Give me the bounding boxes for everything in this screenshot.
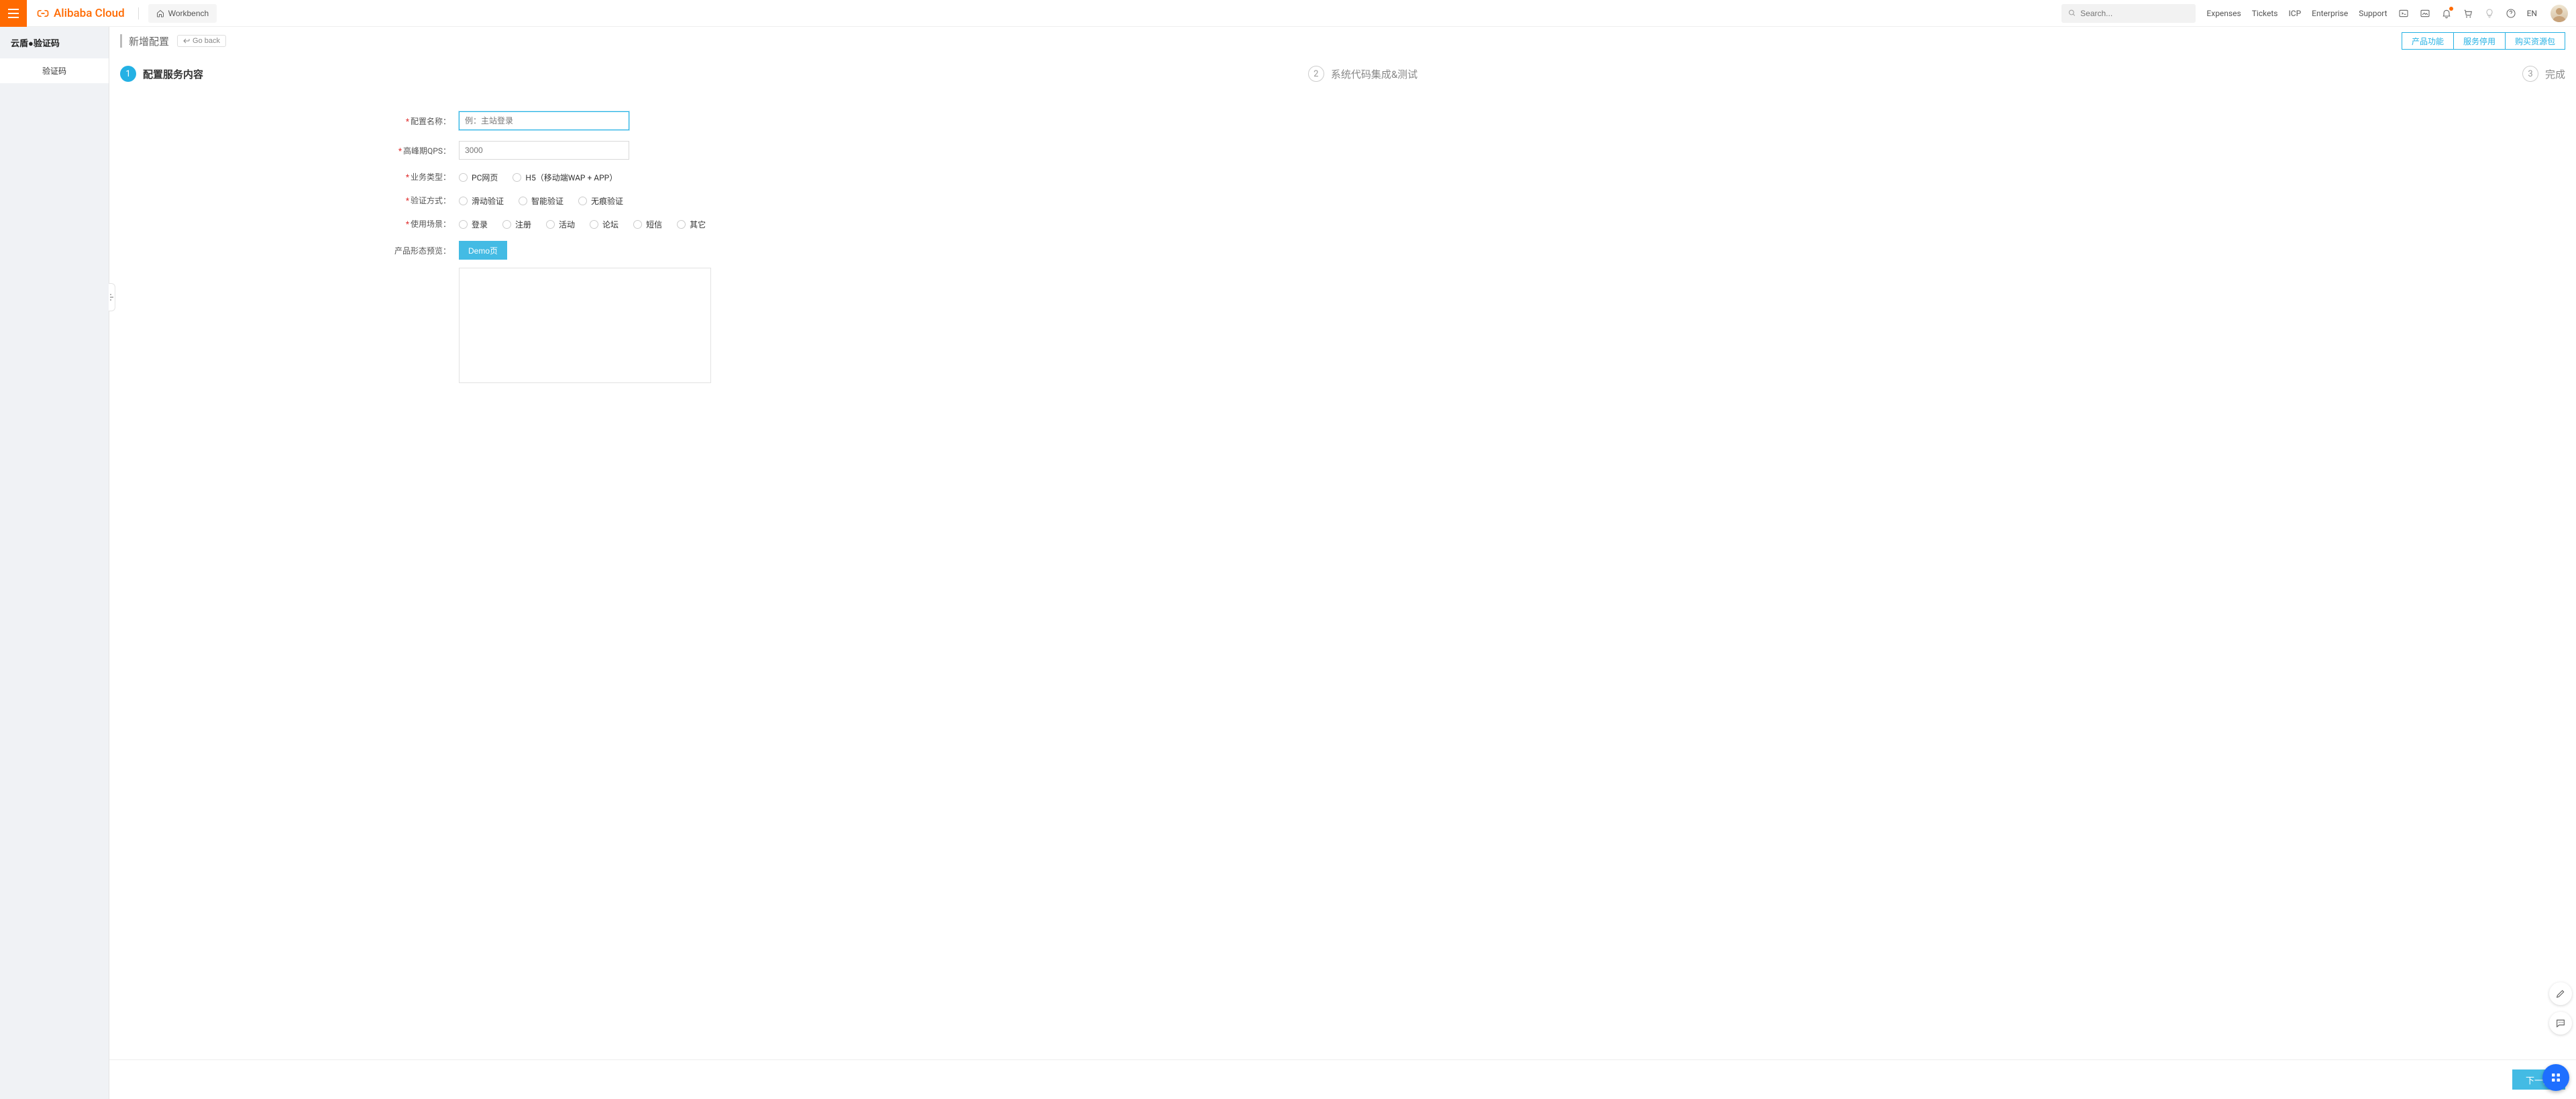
biz-type-group: PC网页 H5（移动端WAP + APP） [455,170,617,183]
step-2: 2 系统代码集成&测试 [1308,66,1417,82]
demo-page-button[interactable]: Demo页 [459,241,507,260]
peak-qps-input[interactable] [459,141,629,160]
nav-support[interactable]: Support [2359,9,2387,18]
sidebar-title: 云盾●验证码 [0,27,109,58]
go-back-label: Go back [193,37,220,45]
sidebar-collapse-toggle[interactable] [109,283,115,311]
step-1-label: 配置服务内容 [143,67,203,81]
sidebar-item-captcha[interactable]: 验证码 [0,58,109,83]
home-icon [156,9,164,17]
wizard-steps: 1 配置服务内容 2 系统代码集成&测试 3 完成 [109,50,2576,98]
header-actions: 产品功能 服务停用 购买资源包 [2402,32,2565,50]
page-title: 新增配置 [120,34,169,48]
collapse-icon [109,294,115,301]
apps-fab-button[interactable] [2542,1064,2569,1091]
global-search[interactable] [2061,4,2196,23]
sidebar: 云盾●验证码 验证码 [0,27,109,1099]
config-name-input[interactable] [459,111,629,130]
brand-logo[interactable]: Alibaba Cloud [27,7,134,20]
edit-feedback-button[interactable] [2549,982,2572,1005]
divider [138,7,139,19]
peak-qps-label: *高峰期QPS： [109,145,455,156]
top-nav: Expenses Tickets ICP Enterprise Support … [2206,5,2576,22]
nav-expenses[interactable]: Expenses [2206,9,2241,18]
page-header: 新增配置 Go back 产品功能 服务停用 购买资源包 [109,27,2576,50]
alibaba-cloud-icon [36,7,50,20]
hint-icon[interactable] [2484,8,2495,19]
purchase-package-button[interactable]: 购买资源包 [2505,32,2565,50]
scene-sms[interactable]: 短信 [633,219,662,230]
search-icon [2068,9,2076,17]
language-switch[interactable]: EN [2527,9,2537,18]
search-input[interactable] [2080,9,2189,18]
preview-canvas [459,268,711,383]
verify-invisible[interactable]: 无痕验证 [578,195,623,207]
step-1-number: 1 [120,66,136,82]
service-deprecate-button[interactable]: 服务停用 [2453,32,2506,50]
nav-tickets[interactable]: Tickets [2252,9,2278,18]
scene-login[interactable]: 登录 [459,219,488,230]
step-3-label: 完成 [2545,67,2565,81]
nav-icp[interactable]: ICP [2289,9,2302,18]
preview-label: 产品形态预览： [109,241,455,256]
return-icon [183,38,190,44]
apps-grid-icon [2550,1071,2562,1084]
brand-name: Alibaba Cloud [54,7,125,20]
step-2-number: 2 [1308,66,1324,82]
main-content: 新增配置 Go back 产品功能 服务停用 购买资源包 1 配置服务内容 2 … [109,27,2576,1099]
pencil-icon [2555,988,2566,999]
scene-forum[interactable]: 论坛 [590,219,619,230]
biz-type-pc[interactable]: PC网页 [459,172,498,183]
verify-smart[interactable]: 智能验证 [519,195,564,207]
nav-enterprise[interactable]: Enterprise [2312,9,2348,18]
config-form: *配置名称： *高峰期QPS： *业务类型： PC网页 H5（移动端WAP + … [109,98,2576,1059]
scene-other[interactable]: 其它 [677,219,706,230]
workbench-button[interactable]: Workbench [148,4,217,23]
top-header: Alibaba Cloud Workbench Expenses Tickets… [0,0,2576,27]
step-3-number: 3 [2522,66,2538,82]
avatar[interactable] [2551,5,2568,22]
verify-type-group: 滑动验证 智能验证 无痕验证 [455,194,623,207]
scene-register[interactable]: 注册 [502,219,531,230]
product-features-button[interactable]: 产品功能 [2402,32,2454,50]
verify-type-label: *验证方式： [109,195,455,206]
go-back-button[interactable]: Go back [177,35,226,47]
scene-label: *使用场景： [109,218,455,229]
chat-support-button[interactable] [2549,1012,2572,1035]
screenshot-icon[interactable] [2420,8,2430,19]
form-footer: 下一步 [109,1059,2576,1099]
scene-group: 登录 注册 活动 论坛 短信 其它 [455,217,706,230]
verify-slide[interactable]: 滑动验证 [459,195,504,207]
biz-type-h5[interactable]: H5（移动端WAP + APP） [513,172,617,183]
chat-icon [2555,1018,2566,1029]
floating-tools [2549,982,2576,1035]
step-2-label: 系统代码集成&测试 [1331,67,1417,81]
step-1: 1 配置服务内容 [120,66,203,82]
help-icon[interactable] [2506,8,2516,19]
step-3: 3 完成 [2522,66,2565,82]
cloud-shell-icon[interactable] [2398,8,2409,19]
notification-icon[interactable] [2441,8,2452,19]
workbench-label: Workbench [168,9,209,18]
biz-type-label: *业务类型： [109,171,455,182]
menu-toggle-button[interactable] [0,0,27,27]
cart-icon[interactable] [2463,8,2473,19]
scene-activity[interactable]: 活动 [546,219,575,230]
notification-badge [2449,7,2453,11]
config-name-label: *配置名称： [109,115,455,127]
